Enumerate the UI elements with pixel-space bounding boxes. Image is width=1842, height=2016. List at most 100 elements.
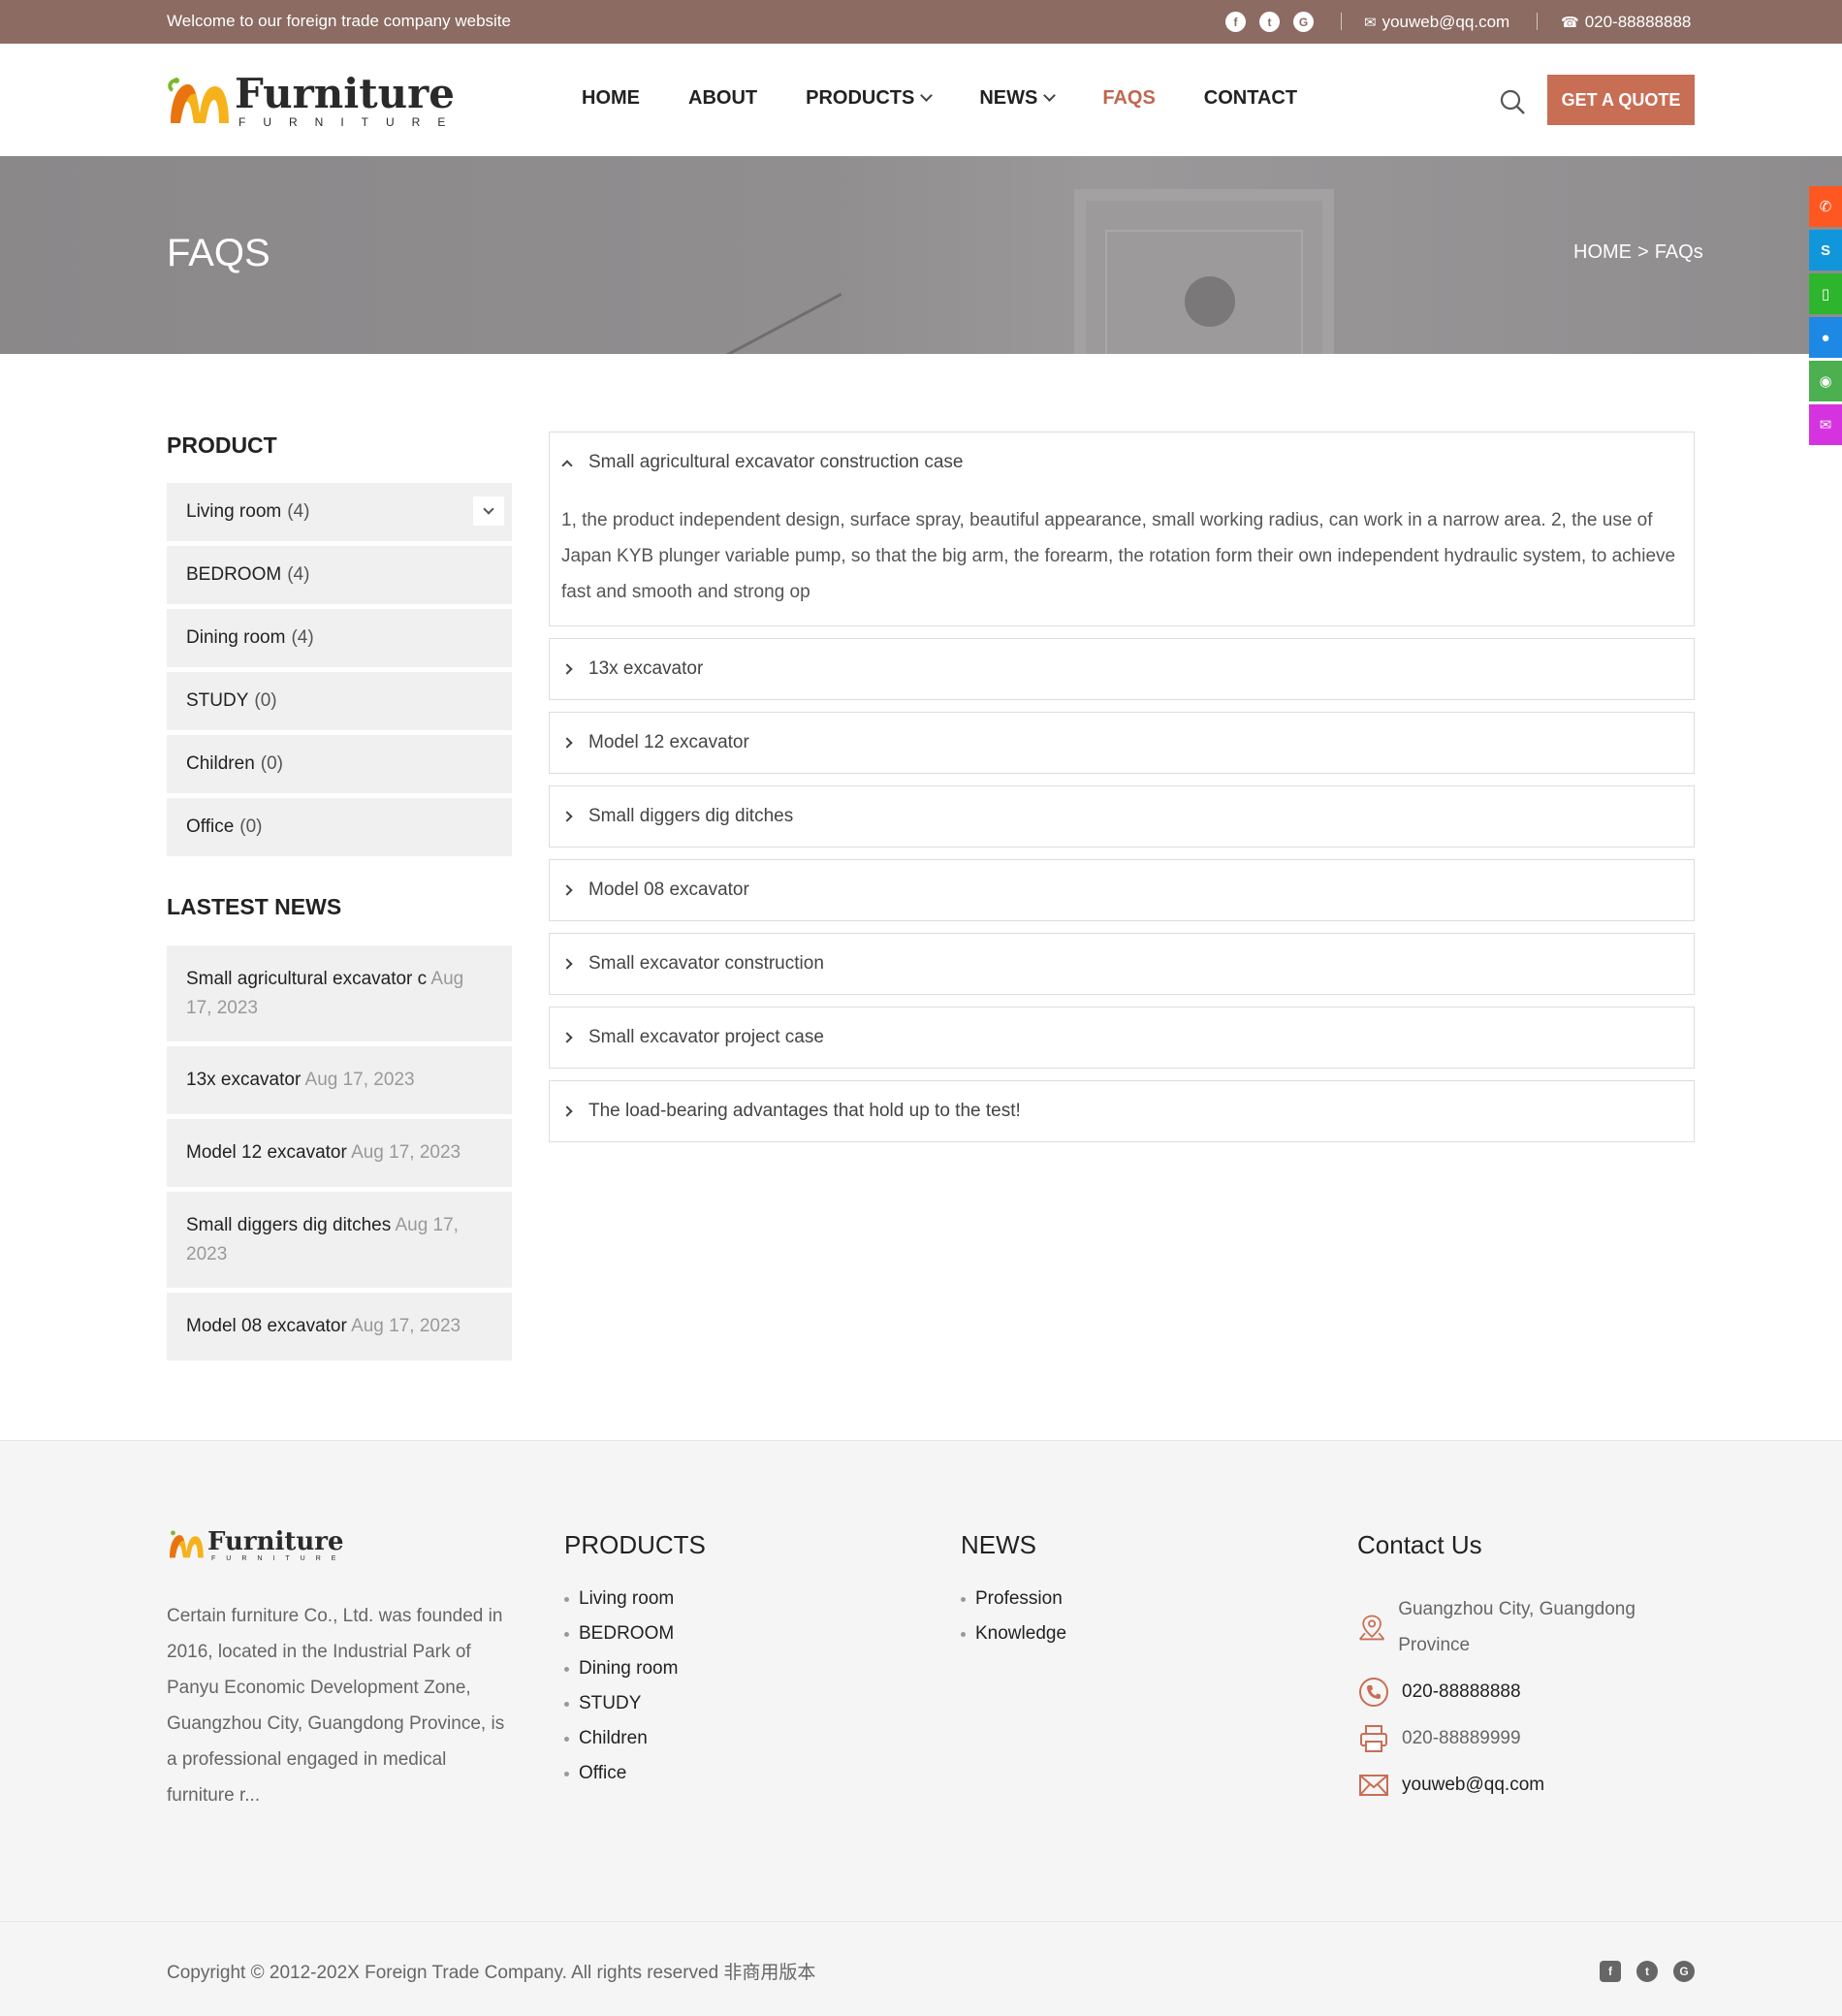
mail-icon[interactable]: ✉ <box>1809 404 1842 445</box>
top-email-text: youweb@qq.com <box>1382 13 1510 31</box>
faq-question[interactable]: Small agricultural excavator constructio… <box>550 432 1694 493</box>
floating-contact-bar: ✆ S ▯ ● ◉ ✉ <box>1809 186 1842 448</box>
mail-icon <box>1359 1775 1388 1796</box>
faq-item: The load-bearing advantages that hold up… <box>549 1080 1695 1142</box>
search-icon[interactable] <box>1499 88 1526 115</box>
welcome-text: Welcome to our foreign trade company web… <box>167 12 511 30</box>
footer-social-links: f t G <box>1600 1961 1695 1982</box>
contact-address: Guangzhou City, Guangdong Province <box>1357 1591 1677 1663</box>
top-email[interactable]: ✉ youweb@qq.com <box>1364 13 1509 32</box>
top-bar: Welcome to our foreign trade company web… <box>0 0 1842 44</box>
footer-news-link[interactable]: Knowledge <box>961 1616 1066 1651</box>
footer-product-link[interactable]: Living room <box>564 1582 706 1616</box>
footer-contact: Contact Us <box>1357 1530 1482 1582</box>
breadcrumb: HOME > FAQs <box>1573 241 1703 264</box>
logo-subtitle: FURNITURE <box>238 115 463 129</box>
news-item[interactable]: Model 12 excavator Aug 17, 2023 <box>167 1119 512 1187</box>
news-item[interactable]: 13x excavator Aug 17, 2023 <box>167 1046 512 1114</box>
breadcrumb-separator: > <box>1637 241 1649 263</box>
contact-phone[interactable]: 020-88888888 <box>1357 1674 1521 1710</box>
printer-icon <box>1360 1725 1387 1752</box>
footer-logo[interactable]: Furniture FURNITURE <box>167 1527 346 1562</box>
phone-icon[interactable]: ✆ <box>1809 186 1842 227</box>
wechat-icon[interactable]: ◉ <box>1809 361 1842 401</box>
contact-address-text: Guangzhou City, Guangdong Province <box>1398 1599 1636 1655</box>
google-icon[interactable]: G <box>1673 1961 1695 1982</box>
site-logo[interactable]: Furniture FURNITURE <box>167 71 462 131</box>
twitter-icon[interactable]: t <box>1259 12 1280 32</box>
faq-question[interactable]: Small diggers dig ditches <box>550 786 1694 847</box>
faq-accordion: Small agricultural excavator constructio… <box>549 432 1695 1154</box>
chevron-right-icon <box>561 811 573 822</box>
footer-product-link[interactable]: STUDY <box>564 1686 706 1721</box>
qq-icon[interactable]: ● <box>1809 317 1842 358</box>
faq-question[interactable]: 13x excavator <box>550 639 1694 699</box>
copyright-text: Copyright © 2012-202X Foreign Trade Comp… <box>167 1963 816 1983</box>
banner-dot-decoration <box>1185 276 1235 327</box>
phone-icon: ☎ <box>1561 15 1579 31</box>
logo-mark-icon <box>170 1530 204 1558</box>
faq-question[interactable]: Small excavator project case <box>550 1008 1694 1068</box>
get-quote-button[interactable]: GET A QUOTE <box>1547 75 1695 125</box>
footer-products-heading: PRODUCTS <box>564 1530 706 1559</box>
facebook-icon[interactable]: f <box>1600 1961 1621 1982</box>
footer-news-link[interactable]: Profession <box>961 1582 1066 1616</box>
faq-question[interactable]: Small excavator construction <box>550 934 1694 994</box>
category-item[interactable]: STUDY (0) <box>167 672 512 730</box>
nav-contact[interactable]: CONTACT <box>1204 87 1297 110</box>
twitter-icon[interactable]: t <box>1636 1961 1658 1982</box>
footer-product-link[interactable]: Children <box>564 1721 706 1756</box>
footer-product-link[interactable]: BEDROOM <box>564 1616 706 1651</box>
faq-question[interactable]: Model 08 excavator <box>550 860 1694 920</box>
nav-news[interactable]: NEWS <box>979 87 1057 110</box>
google-icon[interactable]: G <box>1293 12 1314 32</box>
category-item[interactable]: Living room (4) <box>167 483 512 541</box>
footer-contact-heading: Contact Us <box>1357 1530 1482 1559</box>
faq-answer: 1, the product independent design, surfa… <box>561 510 1676 602</box>
footer-product-link[interactable]: Office <box>564 1756 706 1791</box>
contact-fax: 020-88889999 <box>1357 1720 1521 1756</box>
skype-icon[interactable]: S <box>1809 230 1842 271</box>
site-header: Furniture FURNITURE HOME ABOUT PRODUCTS … <box>0 44 1842 156</box>
chevron-right-icon <box>561 958 573 970</box>
news-item[interactable]: Small diggers dig ditches Aug 17, 2023 <box>167 1192 512 1288</box>
footer-about: Certain furniture Co., Ltd. was founded … <box>167 1606 505 1806</box>
footer-logo-subtitle: FURNITURE <box>211 1554 347 1562</box>
footer-news: NEWS Profession Knowledge <box>961 1530 1066 1651</box>
breadcrumb-current: FAQs <box>1654 241 1703 263</box>
location-icon <box>1358 1615 1385 1641</box>
nav-about[interactable]: ABOUT <box>688 87 757 110</box>
faq-item: 13x excavator <box>549 638 1695 700</box>
footer-news-heading: NEWS <box>961 1530 1036 1559</box>
mail-icon: ✉ <box>1364 15 1377 31</box>
footer-divider <box>0 1921 1842 1922</box>
page-title: FAQS <box>167 232 270 274</box>
chevron-up-icon <box>561 460 573 471</box>
category-item[interactable]: Office (0) <box>167 798 512 856</box>
news-item[interactable]: Model 08 excavator Aug 17, 2023 <box>167 1293 512 1360</box>
mobile-icon[interactable]: ▯ <box>1809 273 1842 314</box>
nav-home[interactable]: HOME <box>582 87 640 110</box>
chevron-right-icon <box>561 884 573 896</box>
top-social-links: f t G <box>1225 12 1314 32</box>
nav-products[interactable]: PRODUCTS <box>806 87 934 110</box>
main-nav: HOME ABOUT PRODUCTS NEWS FAQS CONTACT <box>582 87 1346 110</box>
top-phone[interactable]: ☎ 020-88888888 <box>1561 13 1691 32</box>
category-item[interactable]: Children (0) <box>167 735 512 793</box>
breadcrumb-home[interactable]: HOME <box>1573 241 1632 264</box>
category-item[interactable]: BEDROOM (4) <box>167 546 512 604</box>
chevron-down-icon[interactable] <box>473 496 504 526</box>
facebook-icon[interactable]: f <box>1225 12 1246 32</box>
footer-product-link[interactable]: Dining room <box>564 1651 706 1686</box>
category-item[interactable]: Dining room (4) <box>167 609 512 667</box>
news-item[interactable]: Small agricultural excavator c Aug 17, 2… <box>167 945 512 1041</box>
faq-question[interactable]: The load-bearing advantages that hold up… <box>550 1081 1694 1141</box>
faq-item: Small excavator construction <box>549 933 1695 995</box>
faq-item: Model 08 excavator <box>549 859 1695 921</box>
banner-plant-decoration <box>678 292 842 354</box>
chevron-right-icon <box>561 737 573 749</box>
logo-mark-icon <box>168 78 229 123</box>
contact-email[interactable]: youweb@qq.com <box>1357 1767 1544 1803</box>
nav-faqs[interactable]: FAQS <box>1102 87 1155 110</box>
faq-question[interactable]: Model 12 excavator <box>550 713 1694 773</box>
